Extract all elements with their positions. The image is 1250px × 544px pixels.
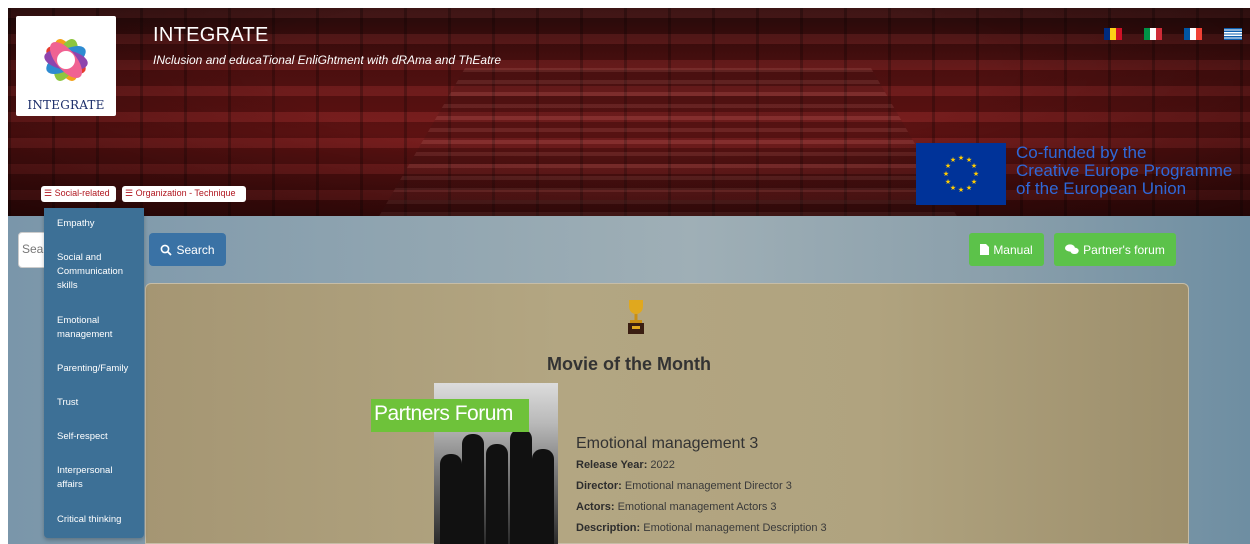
search-icon [161,244,173,256]
movie-of-the-month-title: Movie of the Month [547,354,711,374]
france-flag-icon[interactable] [1184,28,1202,40]
description-value: Emotional management Description 3 [643,522,827,534]
svg-text:★: ★ [971,162,977,170]
site-subtitle: INclusion and educaTional EnliGhtment wi… [153,53,502,67]
director-label: Director: [576,480,622,492]
svg-text:★: ★ [958,186,964,194]
dropdown-item-self-respect[interactable]: Self-respect [57,430,137,444]
dropdown-item-critical-thinking[interactable]: Critical thinking [57,513,137,527]
svg-text:★: ★ [958,154,964,162]
social-related-dropdown: Empathy Social and Communication skills … [44,208,144,538]
partners-forum-label: Partner's forum [1083,242,1165,257]
italy-flag-icon[interactable] [1144,28,1162,40]
eu-flag-icon: ★ ★ ★ ★ ★ ★ ★ ★ ★ ★ ★ ★ [916,143,1006,205]
svg-text:★: ★ [943,170,949,178]
menu-organization-technique[interactable]: ☰ Organization - Technique [122,186,246,202]
description-line: Description: Emotional management Descri… [576,522,827,534]
eu-funding-text: Co-funded by the Creative Europe Program… [1016,144,1232,198]
svg-text:★: ★ [945,178,951,186]
poster-figure [462,434,484,544]
dropdown-item-empathy[interactable]: Empathy [57,217,137,231]
director-value: Emotional management Director 3 [624,480,792,492]
romania-flag-icon[interactable] [1104,28,1122,40]
page: INTEGRATE INTEGRATE INclusion and educaT… [0,0,1250,544]
director-line: Director: Emotional management Director … [576,480,792,492]
release-year-value: 2022 [650,459,675,471]
poster-figure [510,429,532,544]
release-year-line: Release Year: 2022 [576,459,675,471]
logo-text: INTEGRATE [27,98,105,112]
poster-figure [440,454,462,544]
search-button-label: Search [176,242,215,257]
comments-icon [1065,244,1079,254]
dropdown-item-emotional-management[interactable]: Emotional management [57,314,137,342]
description-label: Description: [576,522,641,534]
poster-figure [532,449,554,544]
poster-figure [486,444,508,544]
eu-text-line-1: Co-funded by the [1016,143,1147,162]
actors-value: Emotional management Actors 3 [617,501,777,513]
partners-forum-banner[interactable]: Partners Forum [371,399,529,432]
svg-text:★: ★ [966,184,972,192]
dropdown-item-interpersonal-affairs[interactable]: Interpersonal affairs [57,464,137,492]
file-icon [980,244,990,255]
dropdown-item-trust[interactable]: Trust [57,396,137,410]
eu-stars-icon: ★ ★★ ★★★ ★★★ ★★★ [943,154,979,194]
movie-name: Emotional management 3 [576,435,759,452]
trophy-icon [628,300,644,334]
dropdown-item-parenting-family[interactable]: Parenting/Family [57,362,137,376]
dropdown-item-social-communication[interactable]: Social and Communication skills [57,251,137,293]
language-flags [1104,28,1242,40]
release-year-label: Release Year: [576,459,648,471]
actors-line: Actors: Emotional management Actors 3 [576,501,777,513]
manual-button-label: Manual [993,242,1033,257]
partners-forum-button[interactable]: Partner's forum [1054,233,1176,266]
site-title: INTEGRATE [153,24,269,46]
hands-logo-icon [44,39,88,81]
integrate-logo[interactable]: INTEGRATE [16,16,116,116]
svg-text:★: ★ [973,170,979,178]
eu-text-line-2: Creative Europe Programme [1016,161,1233,180]
svg-text:★: ★ [950,156,956,164]
greece-flag-icon[interactable] [1224,28,1242,40]
menu-social-related[interactable]: ☰ Social-related [41,186,116,202]
manual-button[interactable]: Manual [969,233,1044,266]
eu-text-line-3: of the European Union [1016,179,1187,198]
site-header: INTEGRATE INTEGRATE INclusion and educaT… [8,8,1250,216]
search-button[interactable]: Search [149,233,226,266]
actors-label: Actors: [576,501,615,513]
